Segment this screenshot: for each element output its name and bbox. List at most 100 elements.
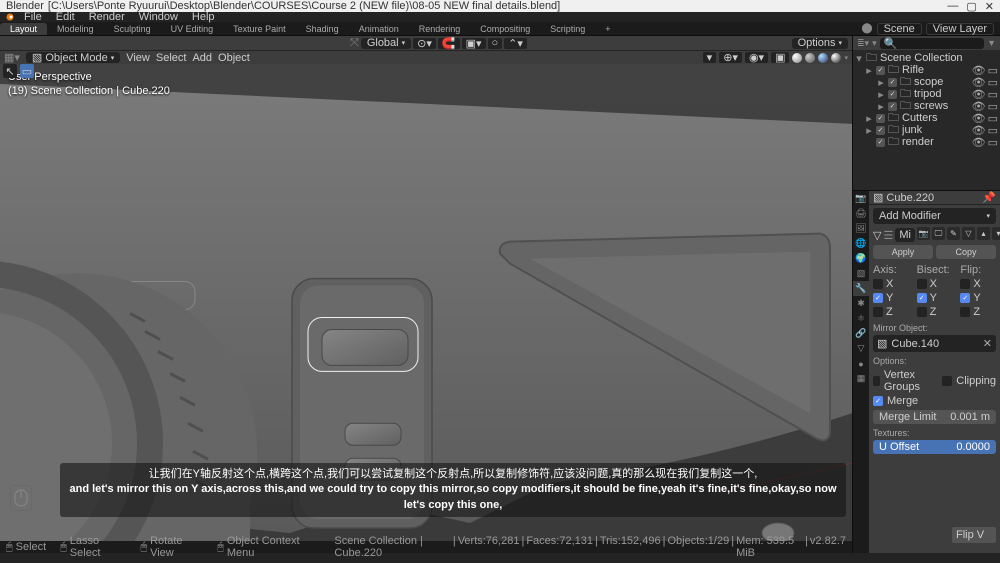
menu-view[interactable]: View: [126, 52, 150, 64]
overlay-toggle[interactable]: ◉▾: [745, 52, 768, 63]
xray-toggle[interactable]: ▣: [771, 52, 789, 63]
mod-display-render[interactable]: 📷: [917, 227, 930, 240]
editor-type-icon[interactable]: ▦▾: [4, 51, 20, 64]
prop-tab-constraints[interactable]: 🔗: [853, 326, 869, 341]
tool-cursor[interactable]: ↖: [3, 64, 17, 78]
snap-select[interactable]: ▣▾: [462, 38, 486, 49]
prop-tab-data[interactable]: ▽: [853, 341, 869, 356]
add-modifier-dropdown[interactable]: Add Modifier ▾: [873, 208, 996, 224]
menu-object[interactable]: Object: [218, 52, 250, 64]
tree-item-junk[interactable]: ▸✓ 🗀 junk 👁▭: [853, 124, 1000, 136]
tab-rendering[interactable]: Rendering: [409, 23, 471, 35]
modifier-name-field[interactable]: Mi: [895, 228, 915, 242]
prop-tab-render[interactable]: 📷: [853, 191, 869, 206]
shading-wireframe[interactable]: [792, 53, 802, 63]
merge-check[interactable]: [873, 396, 883, 406]
axis-y-check[interactable]: [873, 293, 883, 303]
prop-tab-output[interactable]: 🖨: [853, 206, 869, 221]
clear-mirror-object[interactable]: ✕: [983, 337, 992, 350]
options-dropdown[interactable]: Options▾: [792, 38, 848, 49]
prop-tab-scene[interactable]: 🌐: [853, 236, 869, 251]
menu-window[interactable]: Window: [133, 11, 184, 23]
vertex-groups-check[interactable]: [873, 376, 880, 386]
pivot-button[interactable]: ⊙▾: [413, 38, 436, 49]
minimize-button[interactable]: —: [947, 0, 958, 13]
prop-tab-texture[interactable]: ▦: [853, 371, 869, 386]
menu-add[interactable]: Add: [192, 52, 212, 64]
bisect-z-check[interactable]: [917, 307, 927, 317]
outliner-filter-icon[interactable]: ▾: [872, 38, 877, 49]
shading-rendered[interactable]: [831, 53, 841, 63]
tree-item-render[interactable]: ✓ 🗀 render 👁▭: [853, 136, 1000, 148]
flip-y-check[interactable]: [960, 293, 970, 303]
tab-compositing[interactable]: Compositing: [470, 23, 540, 35]
tree-scene-collection[interactable]: ▾ 🗀 Scene Collection: [853, 52, 1000, 64]
flip-z-check[interactable]: [960, 307, 970, 317]
menu-edit[interactable]: Edit: [50, 11, 81, 23]
menu-file[interactable]: File: [18, 11, 48, 23]
mod-display-viewport[interactable]: 🖵: [932, 227, 945, 240]
apply-button[interactable]: Apply: [873, 245, 933, 259]
tree-item-tripod[interactable]: ▸✓ 🗀 tripod 👁▭: [853, 88, 1000, 100]
orientation-select[interactable]: Global▾: [361, 38, 411, 49]
tree-item-scope[interactable]: ▸✓ 🗀 scope 👁▭: [853, 76, 1000, 88]
tree-item-screws[interactable]: ▸✓ 🗀 screws 👁▭: [853, 100, 1000, 112]
filter-icon[interactable]: ▼: [987, 38, 996, 48]
prop-tab-world[interactable]: 🌍: [853, 251, 869, 266]
tab-texture-paint[interactable]: Texture Paint: [223, 23, 296, 35]
shading-dropdown[interactable]: ▾: [844, 54, 848, 62]
tab-scripting[interactable]: Scripting: [540, 23, 595, 35]
scene-selector[interactable]: Scene: [877, 23, 922, 35]
tab-uv-editing[interactable]: UV Editing: [161, 23, 224, 35]
flip-x-check[interactable]: [960, 279, 970, 289]
prop-tab-material[interactable]: ●: [853, 356, 869, 371]
tab-layout[interactable]: Layout: [0, 23, 47, 35]
bisect-y-check[interactable]: [917, 293, 927, 303]
prop-tab-modifier[interactable]: 🔧: [853, 281, 869, 296]
prop-tab-object[interactable]: ▧: [853, 266, 869, 281]
proportional-toggle[interactable]: ○: [488, 38, 503, 49]
menu-render[interactable]: Render: [83, 11, 131, 23]
axis-z-check[interactable]: [873, 307, 883, 317]
tab-animation[interactable]: Animation: [349, 23, 409, 35]
copy-button[interactable]: Copy: [936, 245, 996, 259]
tab-shading[interactable]: Shading: [296, 23, 349, 35]
axis-x-check[interactable]: [873, 279, 883, 289]
pin-icon[interactable]: 📌: [982, 191, 996, 204]
tab-sculpting[interactable]: Sculpting: [104, 23, 161, 35]
close-button[interactable]: ✕: [985, 0, 994, 13]
prop-tab-particles[interactable]: ✱: [853, 296, 869, 311]
outliner-search[interactable]: 🔍: [880, 38, 984, 49]
mod-display-edit[interactable]: ✎: [947, 227, 960, 240]
tab-modeling[interactable]: Modeling: [47, 23, 104, 35]
mirror-object-label: Mirror Object:: [873, 323, 996, 333]
shading-solid[interactable]: [805, 53, 815, 63]
outliner-type-icon[interactable]: ≣▾: [857, 38, 869, 49]
merge-limit-field[interactable]: Merge Limit 0.001 m: [873, 410, 996, 424]
prop-tab-physics[interactable]: ⚛: [853, 311, 869, 326]
bisect-x-check[interactable]: [917, 279, 927, 289]
tool-select[interactable]: ▭: [20, 64, 34, 78]
u-offset-field[interactable]: U Offset 0.0000: [873, 440, 996, 454]
shading-matcap[interactable]: [818, 53, 828, 63]
mirror-object-field[interactable]: ▧ Cube.140 ✕: [873, 335, 996, 352]
mod-move-up[interactable]: ▴: [977, 227, 990, 240]
proportional-select[interactable]: ⌃▾: [504, 38, 527, 49]
outliner-tree[interactable]: ▾ 🗀 Scene Collection ▸✓ 🗀 Rifle 👁▭ ▸✓ 🗀 …: [853, 50, 1000, 190]
overlays-button[interactable]: ▾: [703, 52, 717, 63]
maximize-button[interactable]: ▢: [966, 0, 976, 13]
tab-add[interactable]: +: [595, 23, 620, 35]
menu-select[interactable]: Select: [156, 52, 187, 64]
view-layer-selector[interactable]: View Layer: [926, 23, 994, 35]
scene-icon[interactable]: ⬤: [861, 23, 872, 34]
menu-help[interactable]: Help: [186, 11, 221, 23]
mod-move-down[interactable]: ▾: [992, 227, 1000, 240]
clipping-check[interactable]: [942, 376, 952, 386]
3d-viewport[interactable]: User Perspective (19) Scene Collection |…: [0, 64, 852, 553]
mode-select[interactable]: ▧ Object Mode ▾: [26, 52, 120, 63]
mod-display-cage[interactable]: ▽: [962, 227, 975, 240]
tree-item-cutters[interactable]: ▸✓ 🗀 Cutters 👁▭: [853, 112, 1000, 124]
gizmo-button[interactable]: ⊕▾: [719, 52, 742, 63]
snap-toggle[interactable]: 🧲: [438, 38, 460, 49]
prop-tab-viewlayer[interactable]: 🖼: [853, 221, 869, 236]
